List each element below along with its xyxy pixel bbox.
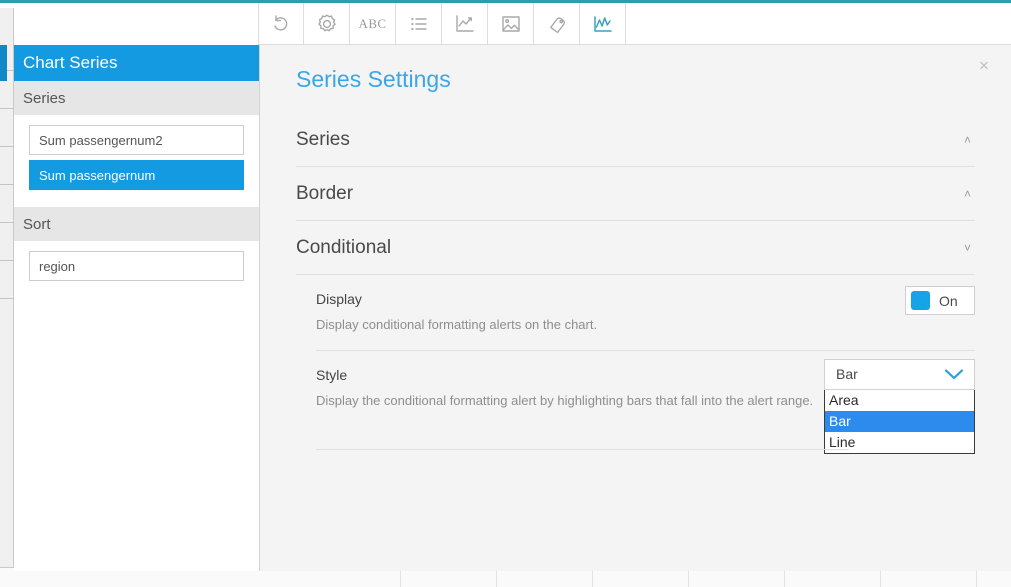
sidebar-section-heading-sort: Sort [14,207,259,241]
trend-chart-icon[interactable] [442,3,488,44]
toolbar: ABC [258,3,1011,45]
accordion-section-conditional[interactable]: Conditional ˅ [296,221,975,275]
style-select-options: Area Bar Line [824,389,975,454]
sidebar-sort-fields: region [14,241,259,298]
toggle-knob-icon [911,291,930,310]
page-title: Series Settings [296,66,451,92]
chevron-up-icon: ˄ [963,132,971,147]
series-settings-panel: × Series Settings Series ˄ Border ˄ Cond… [260,45,1011,571]
abc-glyph: ABC [358,15,387,31]
top-accent-rule [0,0,1011,3]
sidebar-title: Chart Series [14,45,259,81]
sidebar-section-heading-series: Series [14,81,259,115]
gear-icon[interactable] [304,3,350,44]
chevron-down-icon: ˅ [963,240,971,255]
chevron-down-icon [943,367,965,381]
style-row-divider [316,449,849,450]
accordion-label: Series [296,128,350,150]
style-option-area[interactable]: Area [825,390,974,411]
accordion-label: Conditional [296,236,392,258]
style-select-trigger[interactable]: Bar [824,358,975,390]
text-abc-icon[interactable]: ABC [350,3,396,44]
style-select-value: Bar [836,366,858,383]
image-icon[interactable] [488,3,534,44]
sidebar: Chart Series Series Sum passengernum2 Su… [14,45,260,571]
sort-field-item[interactable]: region [29,251,244,281]
display-setting-row: Display Display conditional formatting a… [316,275,975,351]
style-option-bar[interactable]: Bar [825,410,974,432]
toggle-state-label: On [939,292,958,309]
sidebar-series-fields: Sum passengernum2 Sum passengernum [14,115,259,207]
style-description: Display the conditional formatting alert… [316,392,814,408]
display-toggle[interactable]: On [905,286,975,315]
settings-accordion: Series ˄ Border ˄ Conditional ˅ [296,113,975,275]
display-description: Display conditional formatting alerts on… [316,317,598,332]
application-window: ABC Chart Series Series Sum passengernum… [0,0,1011,587]
style-select: Bar Area Bar Line [824,358,975,454]
list-icon[interactable] [396,3,442,44]
chevron-up-icon: ˄ [963,186,971,201]
accordion-label: Border [296,182,354,204]
accordion-section-series[interactable]: Series ˄ [296,113,975,167]
accordion-section-border[interactable]: Border ˄ [296,167,975,221]
line-chart-icon[interactable] [580,3,626,44]
series-field-item[interactable]: Sum passengernum2 [29,125,244,155]
conditional-section-body: Display Display conditional formatting a… [316,275,975,454]
tag-icon[interactable] [534,3,580,44]
style-setting-row: Style Display the conditional formatting… [316,351,975,454]
background-gutter [0,8,14,587]
undo-icon[interactable] [258,3,304,44]
display-label: Display [316,291,362,307]
sidebar-title-accent [0,45,7,81]
close-icon[interactable]: × [975,57,993,75]
series-field-item-selected[interactable]: Sum passengernum [29,160,244,190]
